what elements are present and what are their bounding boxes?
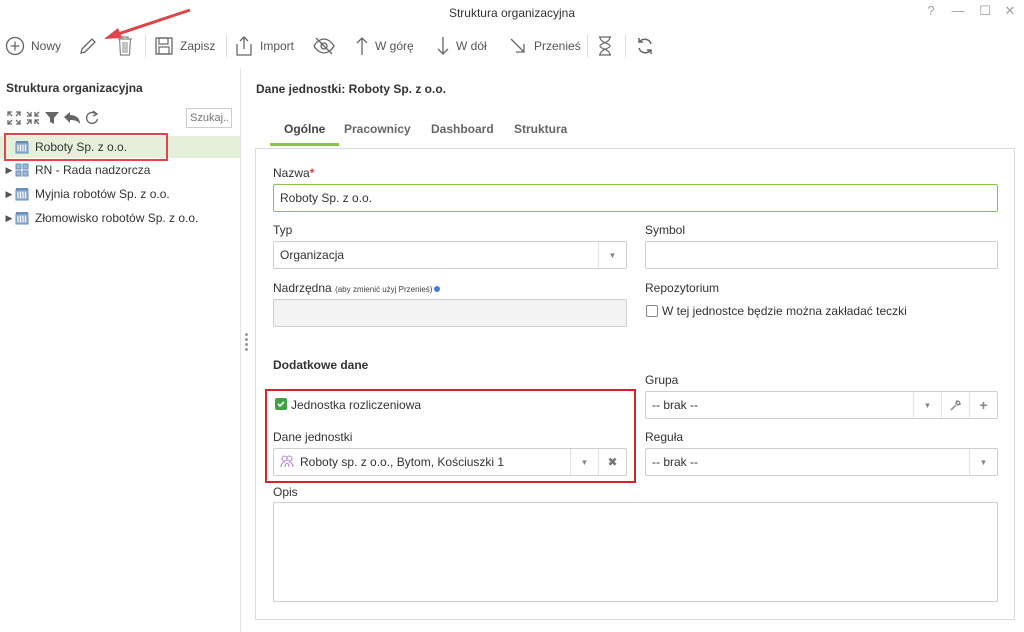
clear-icon[interactable]: ✖ <box>598 449 626 475</box>
tab-struktura[interactable]: Struktura <box>500 112 581 146</box>
move-button[interactable]: Przenieś <box>508 28 581 64</box>
wrench-icon[interactable] <box>941 392 969 418</box>
move-up-button[interactable]: W górę <box>355 28 414 64</box>
symbol-input[interactable] <box>645 241 998 269</box>
refresh-icon <box>635 36 655 56</box>
unit-data-select[interactable]: Roboty sp. z o.o., Bytom, Kościuszki 1 ▼… <box>273 448 627 476</box>
filter-icon[interactable] <box>44 110 60 129</box>
arrow-down-icon <box>436 35 450 57</box>
toolbar-separator <box>145 35 146 57</box>
add-icon[interactable]: + <box>969 392 997 418</box>
org-chart-icon <box>15 163 29 177</box>
save-button[interactable]: Zapisz <box>154 28 215 64</box>
help-button[interactable]: ? <box>921 2 941 20</box>
detail-title: Dane jednostki: Roboty Sp. z o.o. <box>256 82 447 96</box>
type-select[interactable]: Organizacja ▼ <box>273 241 627 269</box>
building-icon <box>15 187 29 201</box>
tree-item-myjnia[interactable]: ▶ Myjnia robotów Sp. z o.o. <box>0 183 240 205</box>
hide-button[interactable] <box>312 28 336 64</box>
building-icon <box>15 140 29 154</box>
expand-caret-icon[interactable]: ▶ <box>3 189 15 200</box>
repository-checkbox[interactable] <box>646 305 658 317</box>
info-icon <box>434 285 441 292</box>
left-panel-title: Struktura organizacyjna <box>6 81 143 95</box>
building-icon <box>15 211 29 225</box>
upload-icon <box>234 35 254 57</box>
repository-label: Repozytorium <box>645 281 720 295</box>
chevron-down-icon[interactable]: ▼ <box>913 392 941 418</box>
arrow-down-right-icon <box>508 36 528 56</box>
tree-item-zlomowisko[interactable]: ▶ Złomowisko robotów Sp. z o.o. <box>0 207 240 229</box>
eye-off-icon <box>312 36 336 56</box>
expand-all-icon[interactable] <box>6 110 22 129</box>
chevron-down-icon[interactable]: ▼ <box>969 449 997 475</box>
toolbar-separator <box>226 35 227 57</box>
edit-button[interactable] <box>77 28 99 64</box>
tree-search-input[interactable] <box>186 108 232 128</box>
pencil-icon <box>77 35 99 57</box>
tree-item-rada-nadzorcza[interactable]: ▶ RN - Rada nadzorcza <box>0 159 240 181</box>
parent-input <box>273 299 627 327</box>
collapse-all-icon[interactable] <box>25 110 41 129</box>
panel-splitter[interactable] <box>245 333 248 351</box>
minimize-button[interactable]: — <box>948 2 968 20</box>
symbol-label: Symbol <box>645 223 686 237</box>
group-select[interactable]: -- brak -- ▼ + <box>645 391 998 419</box>
maximize-button[interactable]: ☐ <box>975 2 995 20</box>
checkmark-icon <box>277 401 285 408</box>
tree-toolbar <box>6 109 100 129</box>
title-bar: Struktura organizacyjna ? — ☐ ✕ <box>0 0 1024 26</box>
toolbar: Nowy Zapisz Import W górę W dół Przenieś <box>0 28 1024 64</box>
contractor-icon <box>280 454 294 471</box>
chevron-down-icon[interactable]: ▼ <box>598 242 626 268</box>
plus-circle-icon <box>5 36 25 56</box>
window-title: Struktura organizacyjna <box>448 6 576 20</box>
required-star-icon: * <box>309 166 315 180</box>
left-panel: Struktura organizacyjna Robo <box>0 68 241 632</box>
rule-label: Reguła <box>645 430 684 444</box>
parent-label: Nadrzędna (aby zmienić użyj Przenieś) <box>273 281 441 295</box>
group-label: Grupa <box>645 373 679 387</box>
undo-icon[interactable] <box>63 110 81 129</box>
hourglass-button[interactable] <box>596 28 614 64</box>
unit-data-label: Dane jednostki <box>273 430 353 444</box>
arrow-up-icon <box>355 35 369 57</box>
tab-ogolne[interactable]: Ogólne <box>270 112 340 146</box>
name-input[interactable]: Roboty Sp. z o.o. <box>273 184 998 212</box>
repository-checkbox-label: W tej jednostce będzie można zakładać te… <box>662 304 907 318</box>
rule-select[interactable]: -- brak -- ▼ <box>645 448 998 476</box>
type-label: Typ <box>273 223 293 237</box>
close-button[interactable]: ✕ <box>1000 2 1020 20</box>
name-label: Nazwa* <box>273 166 315 180</box>
detail-tabs: Ogólne Pracownicy Dashboard Struktura <box>256 112 1016 146</box>
description-label: Opis <box>273 485 298 499</box>
delete-button[interactable] <box>116 28 134 64</box>
trash-icon <box>116 35 134 57</box>
tab-pracownicy[interactable]: Pracownicy <box>330 112 425 146</box>
import-button[interactable]: Import <box>234 28 294 64</box>
description-textarea[interactable] <box>273 502 998 602</box>
move-down-button[interactable]: W dół <box>436 28 487 64</box>
tree-item-roboty[interactable]: Roboty Sp. z o.o. <box>0 136 240 158</box>
refresh-button[interactable] <box>635 28 655 64</box>
chevron-down-icon[interactable]: ▼ <box>570 449 598 475</box>
hourglass-icon <box>596 35 614 57</box>
app-window: Struktura organizacyjna ? — ☐ ✕ Nowy Zap… <box>0 0 1024 632</box>
toolbar-separator <box>587 35 588 57</box>
expand-caret-icon[interactable]: ▶ <box>3 213 15 224</box>
toolbar-separator <box>625 35 626 57</box>
floppy-disk-icon <box>154 36 174 56</box>
tab-dashboard[interactable]: Dashboard <box>417 112 508 146</box>
expand-caret-icon[interactable]: ▶ <box>3 165 15 176</box>
settlement-checkbox[interactable] <box>275 398 287 410</box>
sync-icon[interactable] <box>84 109 100 129</box>
new-button[interactable]: Nowy <box>5 28 61 64</box>
settlement-checkbox-label: Jednostka rozliczeniowa <box>291 398 422 412</box>
extra-section-heading: Dodatkowe dane <box>273 358 369 372</box>
